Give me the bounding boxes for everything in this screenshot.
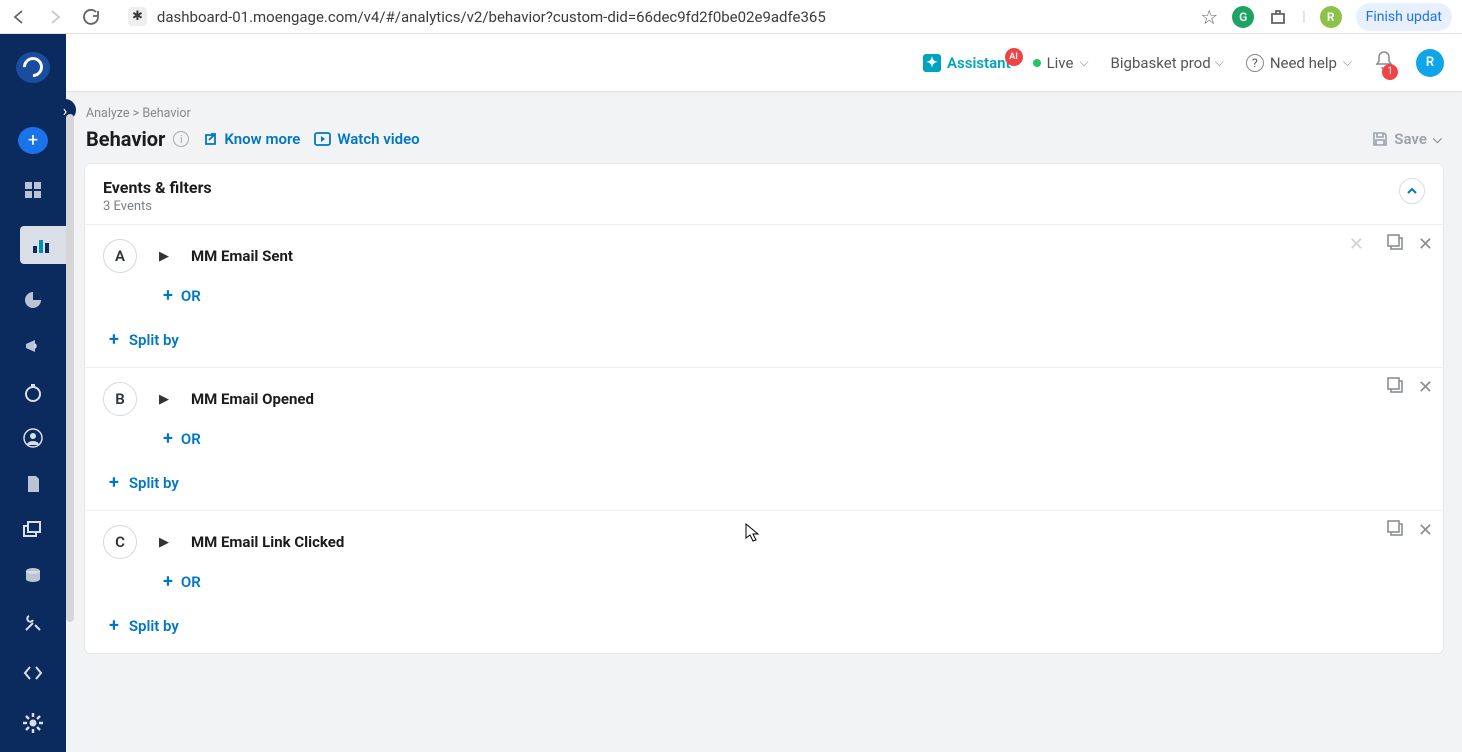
page-header: Analyze > Behavior Behavior i Know more … <box>66 92 1462 163</box>
pie-icon[interactable] <box>22 290 44 310</box>
event-block-b: ✕ B ▶ MM Email Opened +OR +Split by <box>85 367 1443 510</box>
create-button[interactable]: + <box>18 127 48 154</box>
site-info-icon[interactable]: ✱ <box>128 7 147 26</box>
watch-video-link[interactable]: Watch video <box>314 130 419 148</box>
live-label: Live <box>1047 54 1074 72</box>
tools-icon[interactable] <box>22 612 44 634</box>
megaphone-icon[interactable] <box>22 336 44 356</box>
url-text[interactable]: dashboard-01.moengage.com/v4/#/analytics… <box>157 8 826 26</box>
chevron-down-icon: ⌵ <box>1215 55 1224 70</box>
save-button[interactable]: Save ⌵ <box>1372 130 1442 148</box>
copy-event-icon[interactable] <box>1386 519 1404 541</box>
assistant-label: Assistant <box>947 54 1011 72</box>
video-icon <box>314 132 331 146</box>
expand-event-icon[interactable]: ▶ <box>159 392 169 407</box>
extension-grammarly-icon[interactable]: G <box>1232 6 1254 28</box>
event-name[interactable]: MM Email Link Clicked <box>191 533 344 551</box>
plus-icon: + <box>163 573 173 591</box>
workspace-dropdown[interactable]: Bigbasket prod ⌵ <box>1111 54 1224 72</box>
plus-icon: + <box>163 287 173 305</box>
split-by-button[interactable]: +Split by <box>109 331 1425 349</box>
back-icon[interactable] <box>10 8 28 26</box>
know-more-link[interactable]: Know more <box>203 130 300 148</box>
collapse-panel-button[interactable] <box>1399 178 1425 204</box>
workspace-label: Bigbasket prod <box>1111 54 1211 72</box>
events-filters-title: Events & filters <box>103 178 212 197</box>
breadcrumb-parent[interactable]: Analyze <box>86 106 130 121</box>
breadcrumb: Analyze > Behavior <box>86 106 1442 121</box>
browser-toolbar: ✱ dashboard-01.moengage.com/v4/#/analyti… <box>0 0 1462 34</box>
dashboard-icon[interactable] <box>22 180 44 200</box>
sidebar: › + <box>0 34 66 752</box>
plus-icon: + <box>163 430 173 448</box>
bookmark-star-icon[interactable]: ☆ <box>1200 5 1218 29</box>
plus-icon: + <box>109 474 119 492</box>
sidebar-scrollbar[interactable] <box>66 114 74 622</box>
external-link-icon <box>203 132 218 147</box>
events-filters-panel: Events & filters 3 Events ✕ ✕ A <box>84 163 1444 654</box>
chevron-down-icon: ⌵ <box>1433 132 1442 147</box>
event-letter[interactable]: C <box>103 525 137 559</box>
finish-update-button[interactable]: Finish updat <box>1356 3 1452 31</box>
chevron-down-icon: ⌵ <box>1343 55 1352 70</box>
assistant-sparkle-icon: ✦ <box>923 54 941 72</box>
split-by-button[interactable]: +Split by <box>109 474 1425 492</box>
analytics-icon[interactable] <box>20 226 66 264</box>
add-or-button[interactable]: +OR <box>163 430 1425 448</box>
copy-event-icon[interactable] <box>1386 376 1404 398</box>
expand-event-icon[interactable]: ▶ <box>159 249 169 264</box>
code-icon[interactable] <box>22 662 44 684</box>
page-title: Behavior <box>86 127 165 151</box>
need-help-label: Need help <box>1270 54 1337 72</box>
database-icon[interactable] <box>22 566 44 586</box>
settings-icon[interactable] <box>22 712 44 734</box>
user-avatar[interactable]: R <box>1416 49 1444 77</box>
copy-event-icon[interactable] <box>1386 233 1404 255</box>
notifications-button[interactable]: 1 <box>1374 50 1394 76</box>
reload-icon[interactable] <box>82 8 100 26</box>
extensions-icon[interactable] <box>1268 7 1288 27</box>
plus-icon: + <box>109 617 119 635</box>
top-header: ✦ Assistant AI Live ⌵ Bigbasket prod ⌵ ?… <box>66 34 1462 92</box>
remove-event-icon[interactable]: ✕ <box>1418 377 1433 398</box>
need-help-dropdown[interactable]: ? Need help ⌵ <box>1246 54 1352 72</box>
event-name[interactable]: MM Email Opened <box>191 390 314 408</box>
events-count: 3 Events <box>103 199 212 214</box>
app-logo[interactable] <box>16 52 50 83</box>
event-letter[interactable]: B <box>103 382 137 416</box>
live-dot-icon <box>1033 59 1041 67</box>
chevron-up-icon <box>1406 186 1418 196</box>
chevron-down-icon: ⌵ <box>1079 55 1088 70</box>
stopwatch-icon[interactable] <box>22 382 44 402</box>
help-icon: ? <box>1246 54 1264 72</box>
expand-event-icon[interactable]: ▶ <box>159 535 169 550</box>
breadcrumb-current: Behavior <box>142 106 190 121</box>
add-or-button[interactable]: +OR <box>163 573 1425 591</box>
live-status-dropdown[interactable]: Live ⌵ <box>1033 54 1089 72</box>
ai-badge-icon: AI <box>1005 48 1023 66</box>
event-block-c: ✕ C ▶ MM Email Link Clicked +OR +Split b… <box>85 510 1443 653</box>
split-by-button[interactable]: +Split by <box>109 617 1425 635</box>
event-letter[interactable]: A <box>103 239 137 273</box>
save-icon <box>1372 131 1388 147</box>
remove-event-icon[interactable]: ✕ <box>1418 234 1433 255</box>
user-icon[interactable] <box>22 428 44 448</box>
notification-count: 1 <box>1382 64 1398 80</box>
add-or-button[interactable]: +OR <box>163 287 1425 305</box>
forward-icon[interactable] <box>46 8 64 26</box>
file-icon[interactable] <box>22 474 44 494</box>
event-name[interactable]: MM Email Sent <box>191 247 293 265</box>
browser-profile-avatar[interactable]: R <box>1320 6 1342 28</box>
layers-icon[interactable] <box>22 520 44 540</box>
clear-event-icon[interactable]: ✕ <box>1349 234 1364 255</box>
assistant-button[interactable]: ✦ Assistant AI <box>923 54 1011 72</box>
event-block-a: ✕ ✕ A ▶ MM Email Sent +OR +Split by <box>85 224 1443 367</box>
plus-icon: + <box>109 331 119 349</box>
remove-event-icon[interactable]: ✕ <box>1418 520 1433 541</box>
info-icon[interactable]: i <box>173 131 189 147</box>
